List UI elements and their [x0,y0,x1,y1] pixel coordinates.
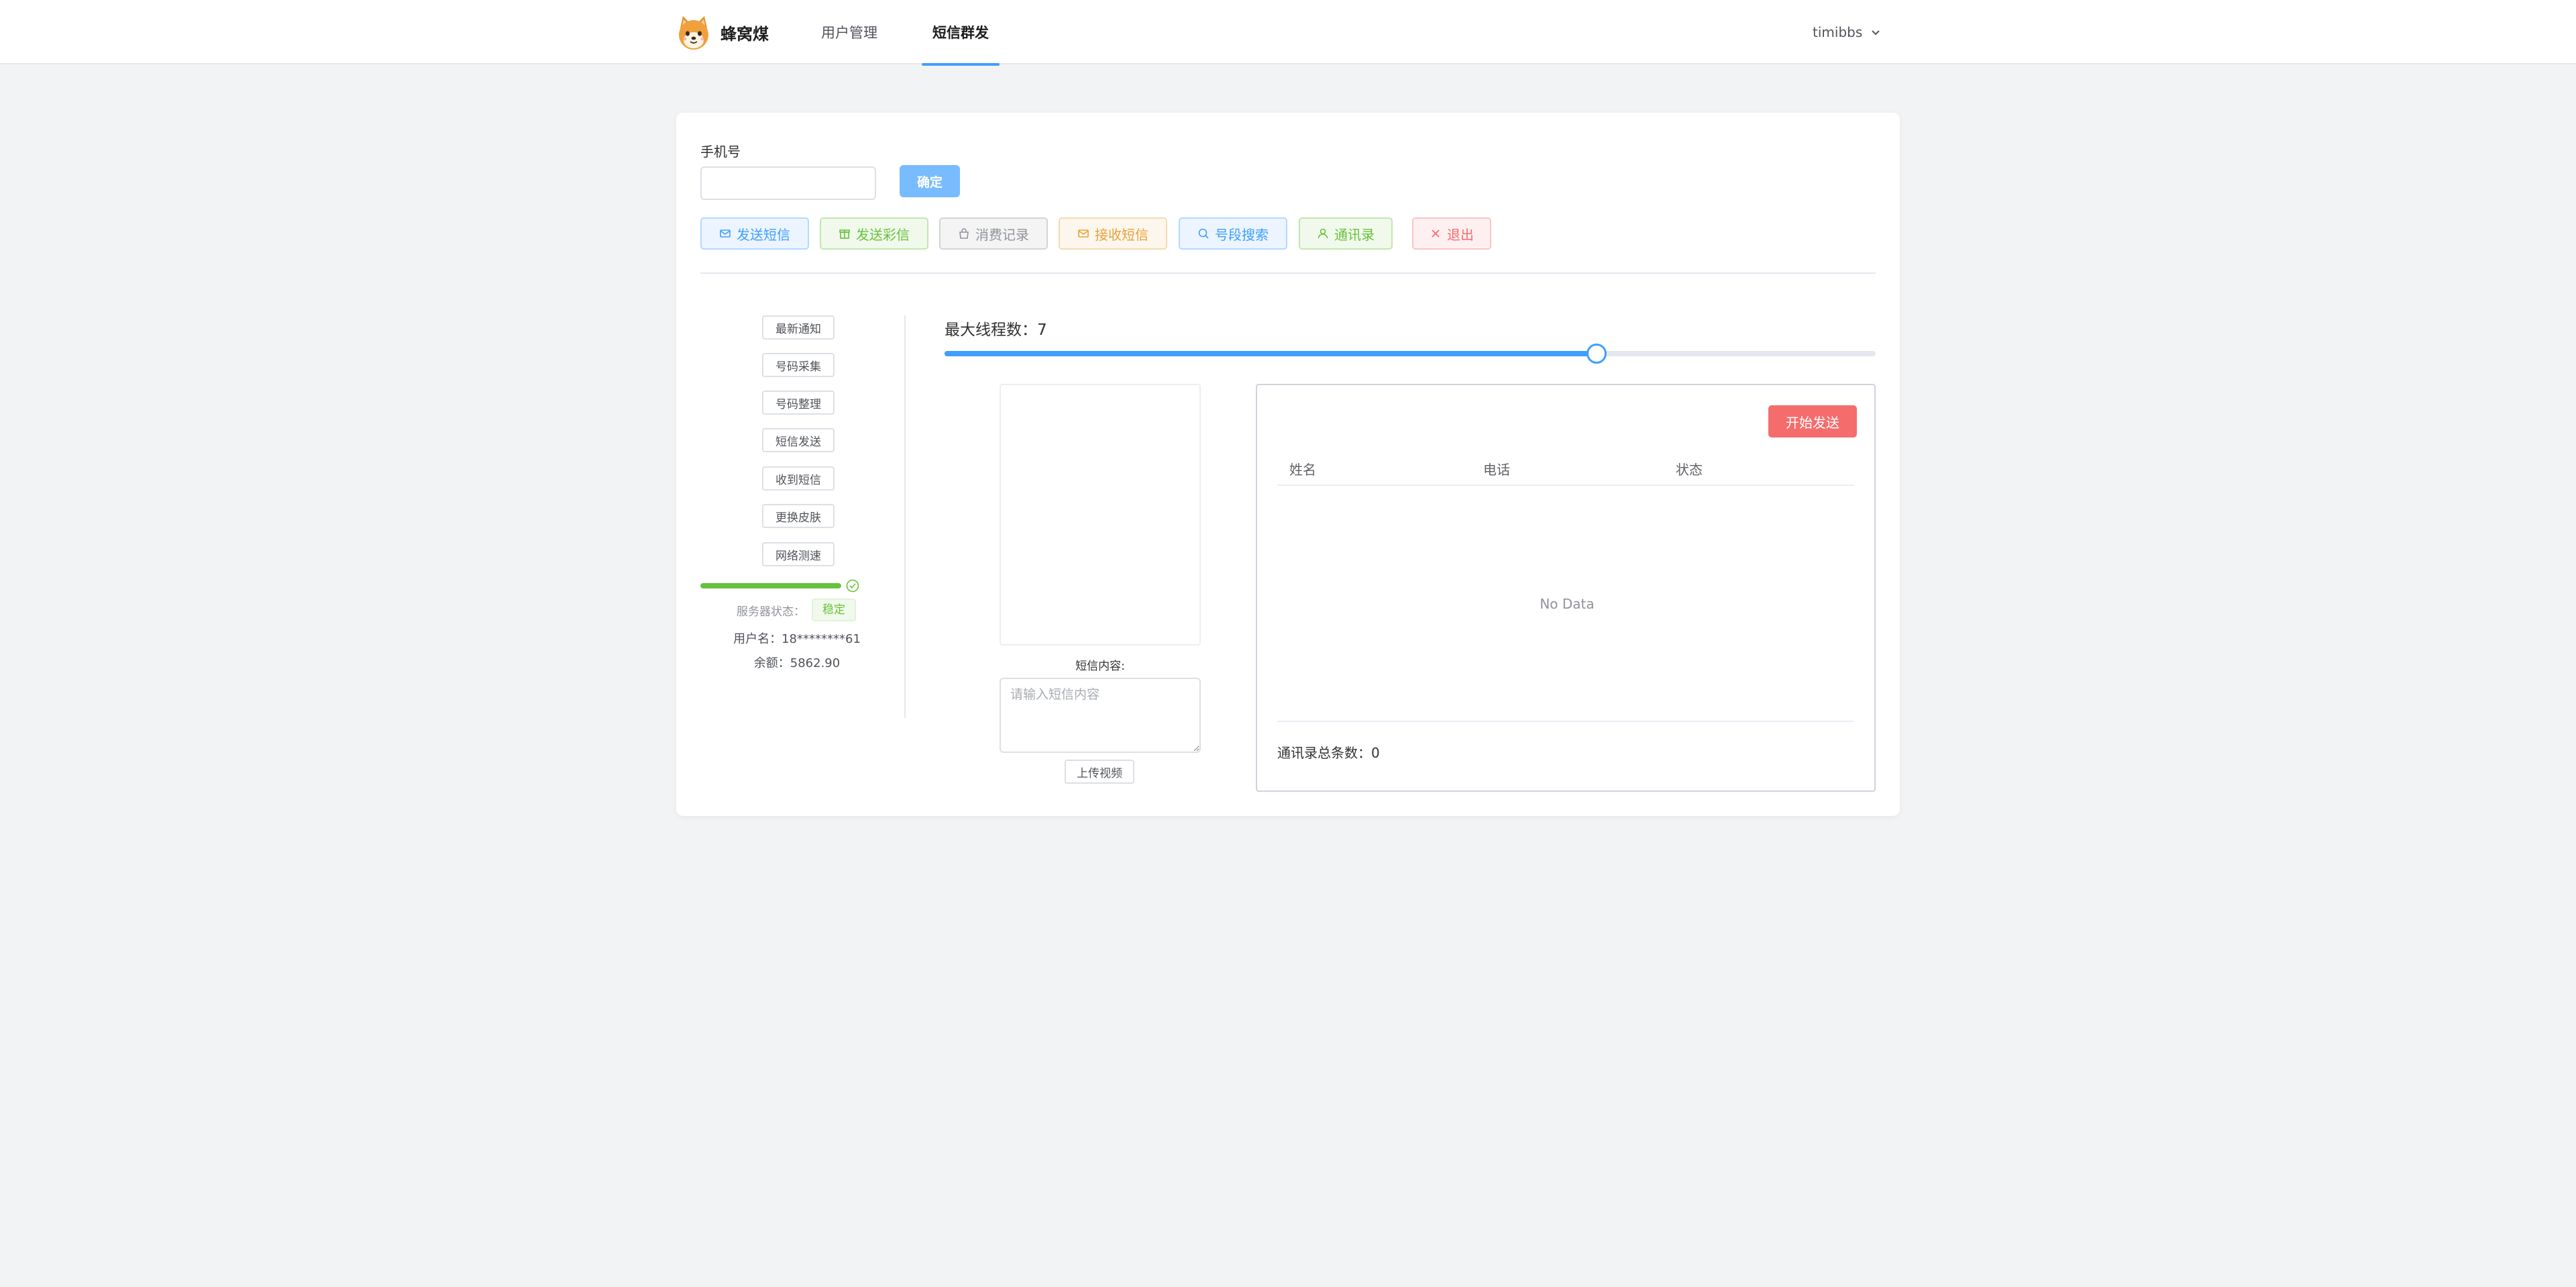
side-change-skin-button[interactable]: 更换皮肤 [762,504,835,528]
logout-label: 退出 [1447,226,1474,243]
number-segment-search-button[interactable]: 号段搜索 [1179,217,1287,250]
sms-content-textarea[interactable] [1000,678,1201,753]
side-network-speed-button[interactable]: 网络测速 [762,542,835,566]
server-progress-bar [700,583,841,588]
consumption-records-label: 消费记录 [975,226,1029,243]
panel-vertical-divider [904,315,906,718]
threads-slider-handle[interactable] [1586,344,1607,364]
status-badge: 稳定 [812,599,856,621]
contacts-table-header: 姓名 电话 状态 [1277,452,1854,486]
balance-info: 余额：5862.90 [676,654,918,671]
contacts-total-value: 0 [1371,745,1380,761]
nav-sms-broadcast[interactable]: 短信群发 [922,0,1000,66]
send-sms-label: 发送短信 [737,226,790,243]
server-status: 服务器状态： 稳定 [737,599,856,621]
contacts-panel: 开始发送 姓名 电话 状态 No Data 通讯录总条数：0 [1256,384,1876,792]
side-latest-notice-button[interactable]: 最新通知 [762,315,835,340]
upload-video-button[interactable]: 上传视频 [1065,760,1134,784]
threads-slider-fill [945,351,1597,356]
column-header-status[interactable]: 状态 [1676,459,1703,478]
send-sms-button[interactable]: 发送短信 [700,217,809,250]
max-threads-label: 最大线程数：7 [945,317,1047,340]
top-navbar: 蜂窝煤 用户管理 短信群发 timibbs [0,0,2576,66]
column-header-name[interactable]: 姓名 [1289,459,1316,478]
main-card: 手机号 确定 发送短信 发送彩信 消费记录 接收短信 号段搜索 通讯录 退出 最… [676,113,1900,816]
sms-content-label: 短信内容: [1075,660,1125,673]
logout-button[interactable]: 退出 [1412,217,1491,250]
username-info: 用户名：18********61 [676,629,918,647]
phone-input[interactable] [700,166,876,200]
bag-icon [959,228,969,239]
section-divider [700,272,1876,274]
gift-icon [839,229,850,239]
balance-value: 5862.90 [790,656,841,670]
table-empty-text: No Data [1540,596,1595,612]
brand[interactable]: 蜂窝煤 [675,13,769,51]
check-circle-icon [846,579,859,593]
table-bottom-border [1277,721,1854,722]
user-name: timibbs [1813,24,1863,40]
side-received-sms-button[interactable]: 收到短信 [762,466,835,491]
username-label: 用户名： [733,632,782,646]
server-progress-fill [700,583,841,588]
user-icon [1318,228,1328,239]
search-icon [1198,228,1209,239]
column-header-phone[interactable]: 电话 [1483,459,1510,478]
close-icon [1432,229,1440,238]
contacts-total-label: 通讯录总条数： [1277,745,1371,761]
user-menu[interactable]: timibbs [1813,20,1881,44]
confirm-button[interactable]: 确定 [900,165,960,197]
sms-preview-box [1000,384,1201,646]
consumption-records-button[interactable]: 消费记录 [939,217,1048,250]
contacts-total: 通讯录总条数：0 [1277,742,1380,762]
mail-icon [720,229,731,238]
mail-icon [1078,229,1089,238]
shiba-dog-logo-icon [679,16,708,50]
side-sms-send-button[interactable]: 短信发送 [762,428,835,452]
threads-slider[interactable] [945,344,1876,364]
username-value: 18********61 [782,632,861,646]
send-mms-label: 发送彩信 [856,226,910,243]
receive-sms-label: 接收短信 [1095,226,1148,243]
side-number-collect-button[interactable]: 号码采集 [762,353,835,377]
chevron-down-icon [1872,30,1880,36]
brand-name: 蜂窝煤 [720,24,769,44]
send-mms-button[interactable]: 发送彩信 [820,217,928,250]
start-sending-button[interactable]: 开始发送 [1768,405,1857,437]
max-threads-value: 7 [1037,321,1047,339]
max-threads-text: 最大线程数： [945,321,1037,339]
receive-sms-button[interactable]: 接收短信 [1059,217,1167,250]
contacts-button[interactable]: 通讯录 [1299,217,1393,250]
nav-user-management[interactable]: 用户管理 [810,0,888,64]
phone-label: 手机号 [700,144,741,160]
server-status-label: 服务器状态： [737,605,805,619]
side-number-organize-button[interactable]: 号码整理 [762,391,835,415]
contacts-label: 通讯录 [1334,226,1375,243]
number-segment-search-label: 号段搜索 [1215,226,1269,243]
balance-label: 余额： [753,656,790,670]
